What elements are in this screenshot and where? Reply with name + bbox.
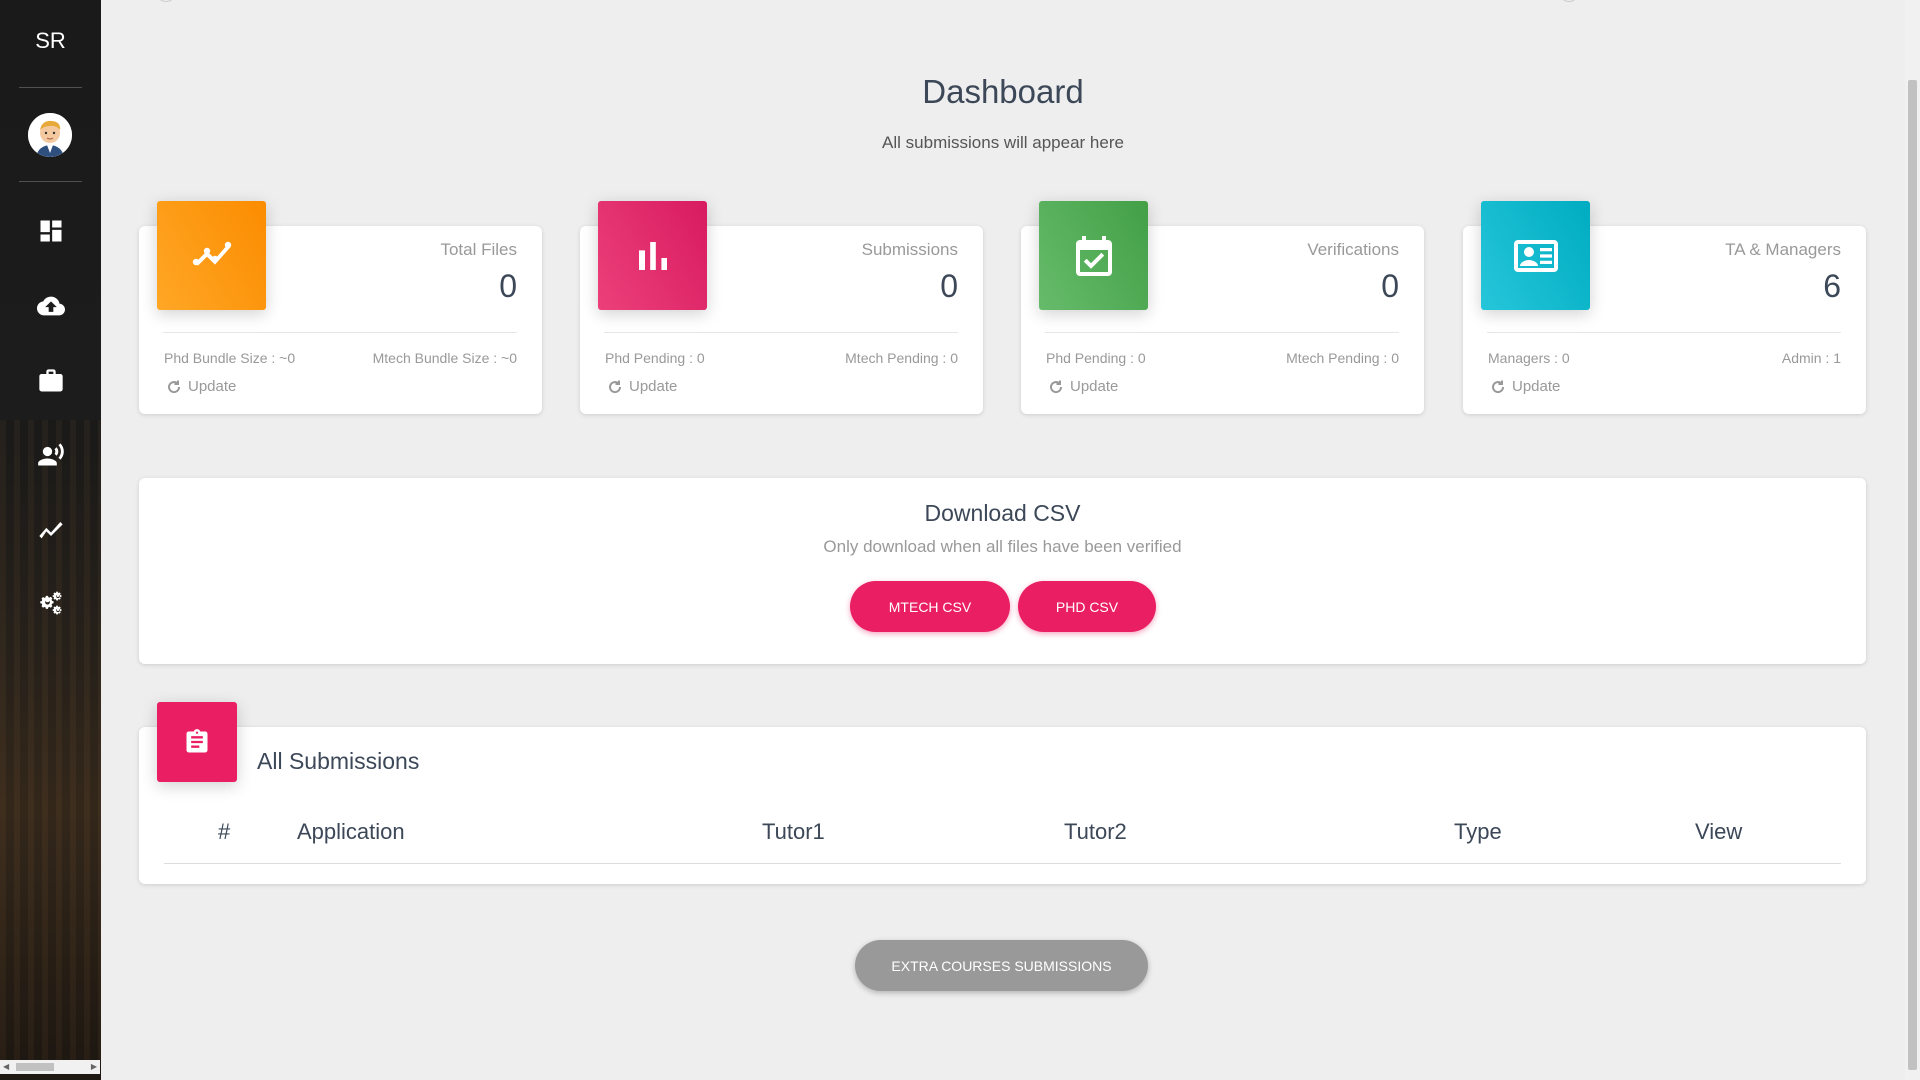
scrollbar-thumb[interactable] <box>1908 80 1917 1070</box>
bar-chart-icon <box>638 241 667 270</box>
sidebar-horizontal-scrollbar[interactable]: ◀ ▶ <box>0 1060 100 1074</box>
refresh-icon <box>1050 380 1063 393</box>
stat-footer-left: Managers : 0 <box>1488 350 1570 366</box>
table-header-divider <box>164 863 1841 864</box>
stat-footer-left: Phd Bundle Size : ~0 <box>164 350 296 366</box>
page-title: Dashboard <box>922 73 1084 110</box>
dashboard-icon <box>40 220 61 242</box>
top-right-circle <box>1559 0 1579 2</box>
cloud-upload-icon <box>36 296 65 316</box>
mtech-csv-button[interactable]: MTECH CSV <box>850 581 1010 632</box>
stat-footer-left: Phd Pending : 0 <box>605 350 705 366</box>
stat-icon-box <box>1039 201 1148 310</box>
sidebar-item-timeline[interactable] <box>0 507 101 551</box>
submissions-icon-box <box>157 702 237 782</box>
divider <box>1487 332 1841 333</box>
extra-courses-submissions-button[interactable]: EXTRA COURSES SUBMISSIONS <box>855 940 1148 991</box>
refresh-icon <box>168 380 181 393</box>
record-voice-icon <box>37 443 64 466</box>
sidebar-divider <box>19 87 82 88</box>
top-left-circle <box>156 0 176 2</box>
trending-icon <box>192 241 231 266</box>
refresh-icon <box>609 380 622 393</box>
stat-footer-right: Mtech Pending : 0 <box>845 350 958 366</box>
stat-footer-right: Mtech Pending : 0 <box>1286 350 1399 366</box>
csv-title: Download CSV <box>924 500 1081 526</box>
all-submissions-card: All Submissions # Application Tutor1 Tut… <box>139 702 1866 884</box>
calendar-check-icon <box>1075 235 1112 276</box>
stat-label: TA & Managers <box>1725 240 1841 259</box>
update-link[interactable]: Update <box>1490 378 1560 395</box>
stat-card-total-files: Total Files 0 Phd Bundle Size : ~0 Mtech… <box>139 201 542 414</box>
csv-subtitle: Only download when all files have been v… <box>823 537 1182 556</box>
sidebar-item-upload[interactable] <box>0 284 101 328</box>
divider <box>163 332 517 333</box>
stat-icon-box <box>1481 201 1590 310</box>
update-link[interactable]: Update <box>1048 378 1118 395</box>
avatar[interactable] <box>28 113 72 157</box>
sidebar-divider <box>19 181 82 182</box>
trending-icon <box>38 522 63 539</box>
stat-footer-right: Admin : 1 <box>1781 350 1841 366</box>
download-csv-card: Download CSV Only download when all file… <box>139 478 1866 664</box>
stat-icon-box <box>598 201 707 310</box>
clipboard-icon <box>186 729 208 753</box>
id-card-icon <box>1513 239 1558 272</box>
stat-footer-right: Mtech Bundle Size : ~0 <box>372 350 517 366</box>
update-label: Update <box>1070 378 1119 395</box>
stat-footer-left: Phd Pending : 0 <box>1046 350 1146 366</box>
logo[interactable]: SR <box>0 28 101 54</box>
stat-value: 0 <box>940 268 958 304</box>
page-subtitle: All submissions will appear here <box>882 133 1124 152</box>
sidebar-item-dashboard[interactable] <box>0 209 101 253</box>
update-label: Update <box>629 378 678 395</box>
stat-label: Verifications <box>1307 240 1399 259</box>
scrollbar-thumb[interactable] <box>16 1063 54 1071</box>
phd-csv-button[interactable]: PHD CSV <box>1018 581 1156 632</box>
main-content: Dashboard All submissions will appear he… <box>101 0 1905 1080</box>
update-label: Update <box>1512 378 1561 395</box>
scroll-right-arrow-icon[interactable]: ▶ <box>91 1062 97 1071</box>
divider <box>1045 332 1399 333</box>
stat-value: 0 <box>499 268 517 304</box>
user-avatar-icon <box>28 113 72 157</box>
scroll-left-arrow-icon[interactable]: ◀ <box>3 1062 9 1071</box>
stat-card-submissions: Submissions 0 Phd Pending : 0 Mtech Pend… <box>580 201 983 414</box>
column-header-tutor2[interactable]: Tutor2 <box>1064 819 1127 845</box>
sidebar-item-work[interactable] <box>0 359 101 403</box>
stat-label: Submissions <box>861 240 958 259</box>
sidebar: SR ◀ ▶ <box>0 0 101 1080</box>
stat-icon-box <box>157 201 266 310</box>
page-vertical-scrollbar[interactable] <box>1905 0 1920 1080</box>
sidebar-item-settings[interactable] <box>0 582 101 626</box>
stat-card-ta-managers: TA & Managers 6 Managers : 0 Admin : 1 U… <box>1463 201 1866 414</box>
stat-value: 0 <box>1381 268 1399 304</box>
column-header-view[interactable]: View <box>1695 819 1742 845</box>
stat-card-verifications: Verifications 0 Phd Pending : 0 Mtech Pe… <box>1021 201 1424 414</box>
stat-value: 6 <box>1823 268 1841 304</box>
column-header-index[interactable]: # <box>218 819 230 845</box>
update-link[interactable]: Update <box>166 378 236 395</box>
sidebar-item-record-voice[interactable] <box>0 433 101 477</box>
briefcase-icon <box>38 369 63 392</box>
column-header-application[interactable]: Application <box>297 819 405 845</box>
update-label: Update <box>188 378 237 395</box>
column-header-type[interactable]: Type <box>1454 819 1502 845</box>
gears-icon <box>39 591 61 615</box>
submissions-title: All Submissions <box>257 748 420 774</box>
stat-label: Total Files <box>440 240 517 259</box>
column-header-tutor1[interactable]: Tutor1 <box>762 819 825 845</box>
divider <box>604 332 958 333</box>
refresh-icon <box>1492 380 1505 393</box>
update-link[interactable]: Update <box>607 378 677 395</box>
